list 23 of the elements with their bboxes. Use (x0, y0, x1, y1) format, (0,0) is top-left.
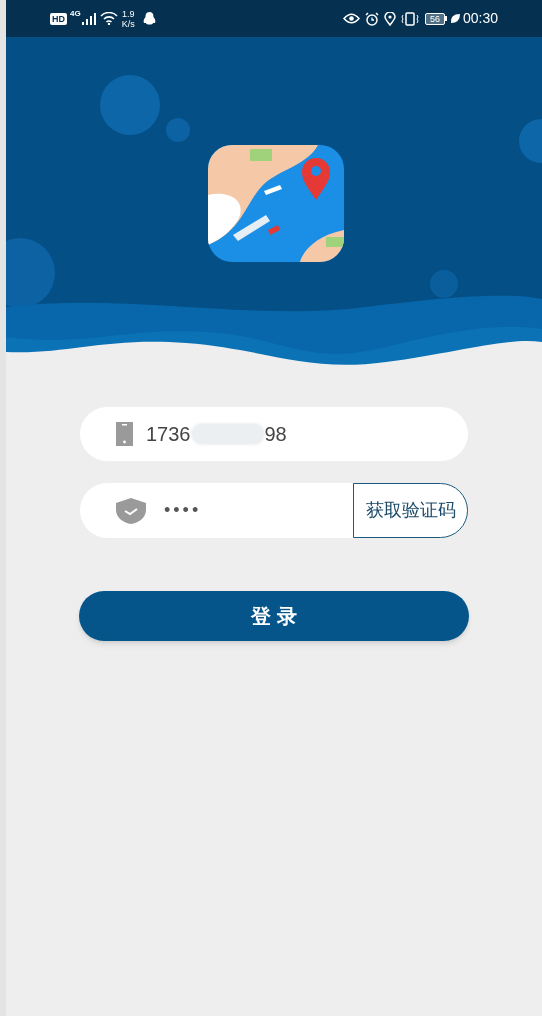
speed-unit: K/s (121, 18, 135, 29)
speed-value: 1.9 (121, 8, 135, 19)
vibrate-icon (400, 11, 419, 26)
network-label: 4G (70, 9, 81, 18)
phone-icon (116, 422, 133, 446)
code-field[interactable]: •••• (80, 483, 353, 538)
get-code-button[interactable]: 获取验证码 (353, 483, 468, 538)
eye-icon (342, 13, 360, 24)
penguin-icon (142, 11, 156, 26)
wifi-icon (99, 12, 118, 25)
shield-check-icon (116, 497, 146, 524)
clock-time: 00:30 (462, 9, 498, 28)
login-button[interactable]: 登 录 (79, 591, 469, 641)
phone-field[interactable]: 1736 98 (80, 407, 468, 461)
masked-code: •••• (164, 499, 202, 522)
battery-icon: 56 (424, 12, 447, 25)
location-icon (383, 11, 396, 26)
leaf-icon (449, 13, 461, 24)
phone-number-end: 98 (264, 422, 287, 447)
signal-icon (81, 12, 96, 25)
hd-badge: HD (50, 12, 67, 25)
phone-number-start: 1736 (146, 422, 191, 447)
alarm-icon (364, 11, 379, 26)
